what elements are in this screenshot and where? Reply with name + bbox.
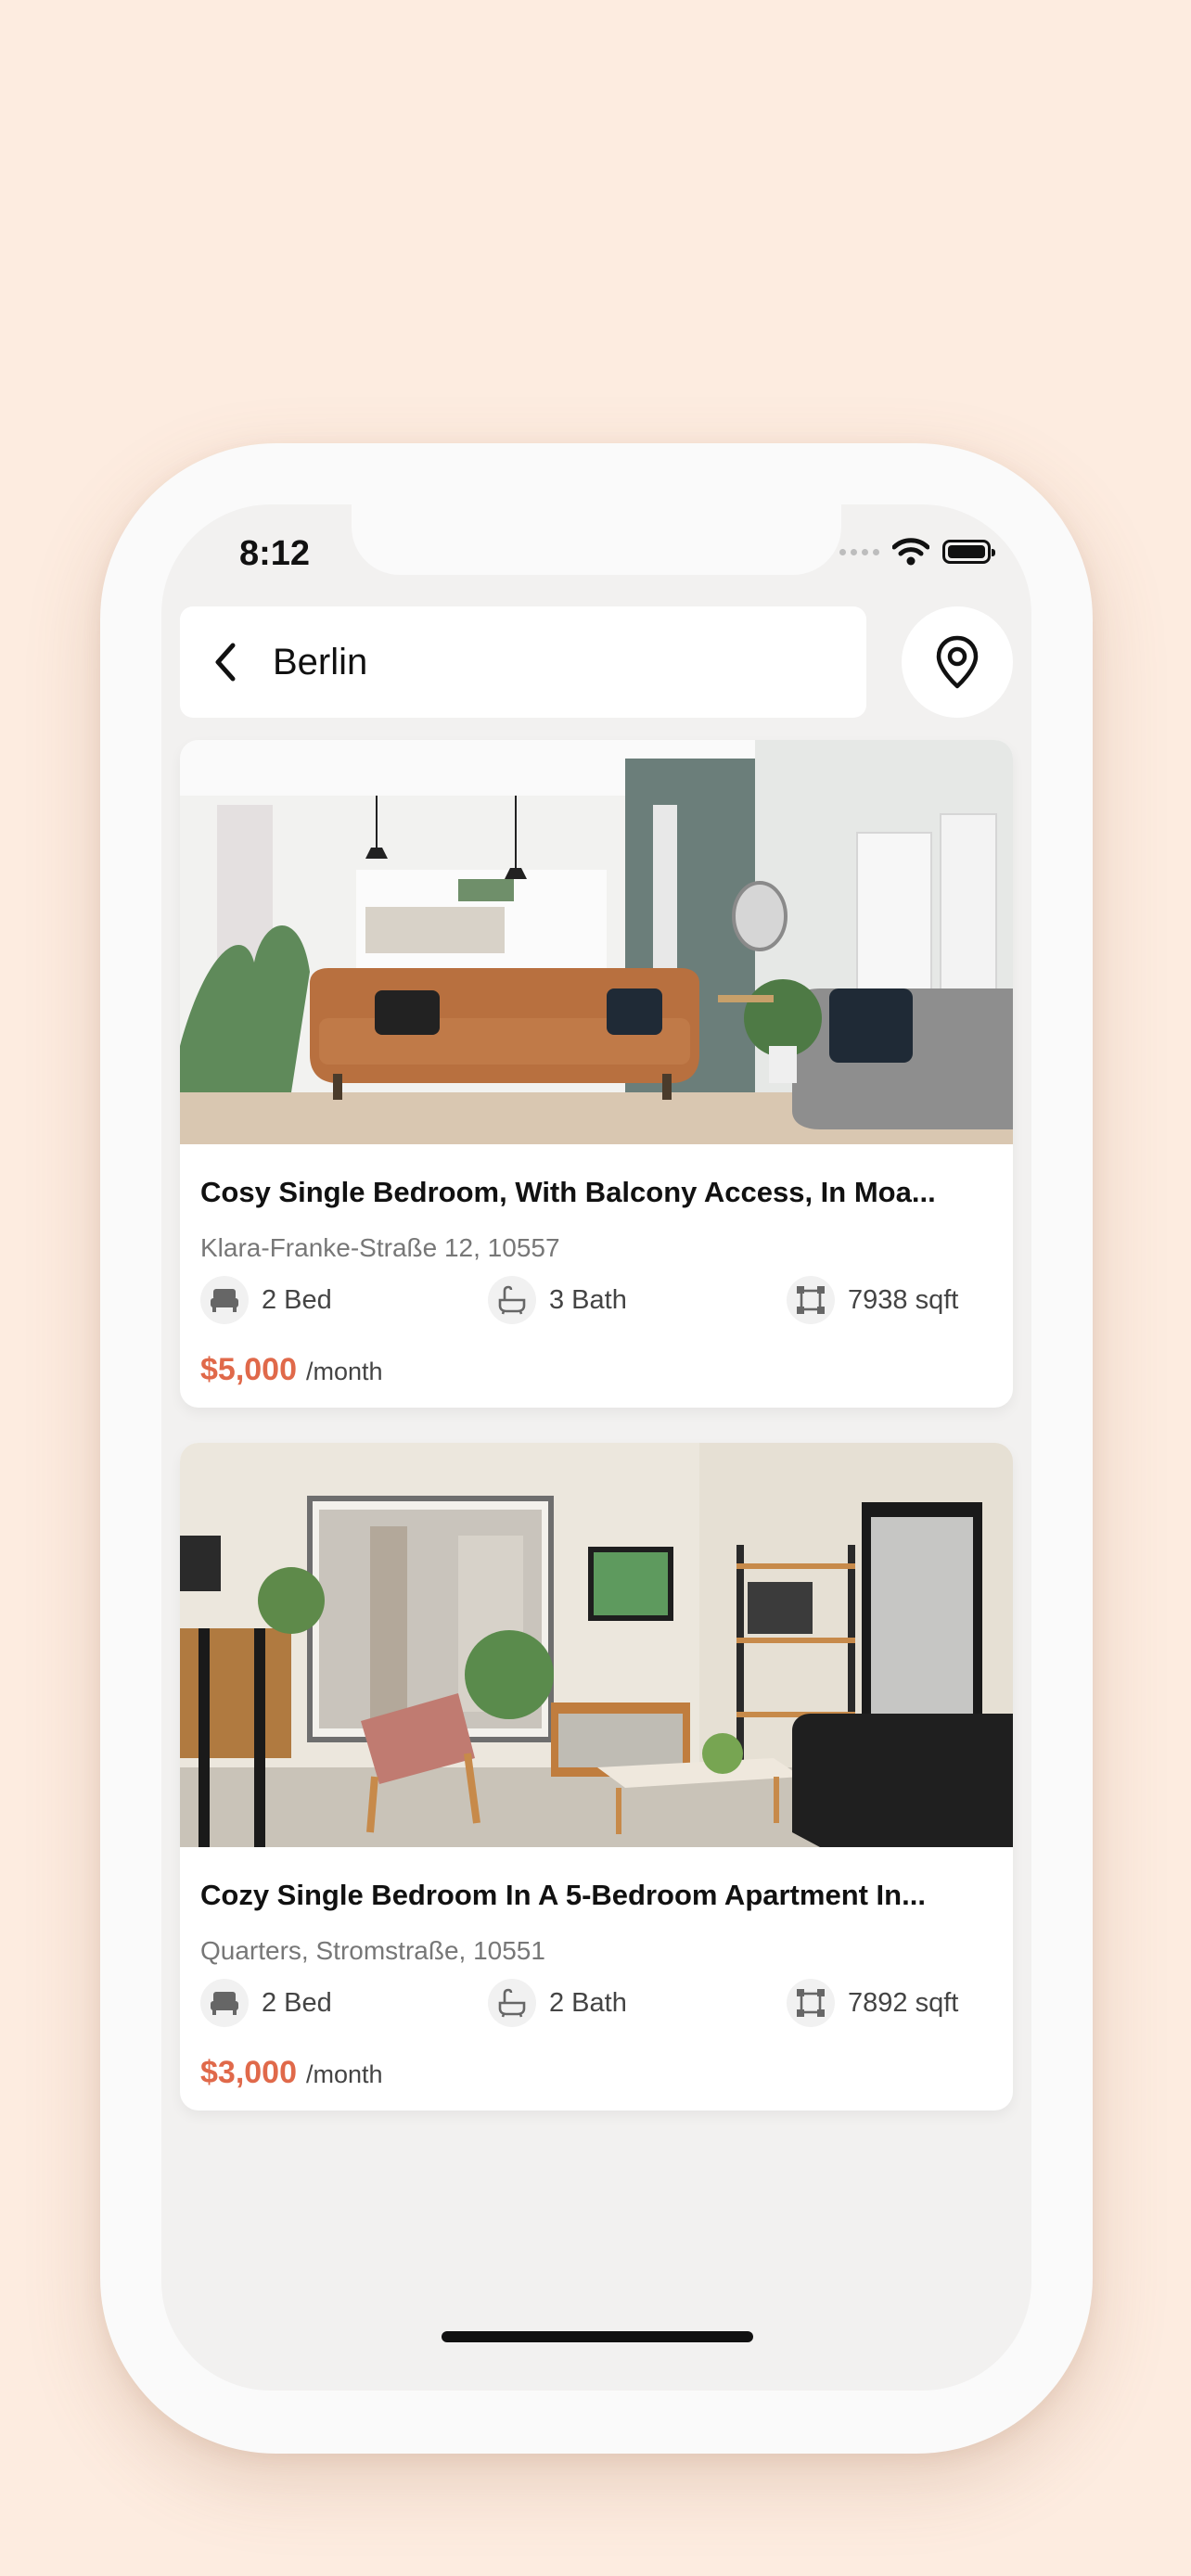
map-pin-icon bbox=[936, 635, 979, 689]
home-indicator[interactable] bbox=[442, 2331, 753, 2342]
beds-feature: 2 Bed bbox=[200, 1979, 332, 2027]
baths-feature: 3 Bath bbox=[488, 1276, 627, 1324]
listing-card[interactable]: Cosy Single Bedroom, With Balcony Access… bbox=[180, 740, 1013, 1408]
bed-icon bbox=[200, 1979, 249, 2027]
beds-feature: 2 Bed bbox=[200, 1276, 332, 1324]
baths-label: 3 Bath bbox=[549, 1284, 627, 1315]
status-time: 8:12 bbox=[239, 534, 311, 573]
listing-title[interactable]: Cosy Single Bedroom, With Balcony Access… bbox=[200, 1176, 992, 1209]
listing-address: Klara-Franke-Straße 12, 10557 bbox=[200, 1233, 560, 1262]
app-screen: 8:12 Berlin Cosy Single Bedroom, With Ba… bbox=[161, 504, 1031, 2391]
chevron-left-icon bbox=[215, 643, 236, 682]
location-button[interactable] bbox=[902, 606, 1013, 718]
battery-icon bbox=[942, 540, 995, 564]
baths-label: 2 Bath bbox=[549, 1987, 627, 2018]
price-row: $5,000 /month bbox=[200, 1352, 383, 1388]
area-frame-icon bbox=[787, 1276, 835, 1324]
price-row: $3,000 /month bbox=[200, 2055, 383, 2091]
listing-card[interactable]: Cozy Single Bedroom In A 5-Bedroom Apart… bbox=[180, 1443, 1013, 2111]
beds-label: 2 Bed bbox=[262, 1284, 332, 1315]
listing-photo[interactable] bbox=[180, 1443, 1013, 1847]
price-value: $3,000 bbox=[200, 2055, 297, 2090]
bed-icon bbox=[200, 1276, 249, 1324]
area-label: 7892 sqft bbox=[848, 1987, 959, 2018]
notch bbox=[352, 504, 841, 575]
beds-label: 2 Bed bbox=[262, 1987, 332, 2018]
area-frame-icon bbox=[787, 1979, 835, 2027]
wifi-icon bbox=[892, 538, 929, 566]
status-icons bbox=[839, 538, 995, 566]
area-feature: 7892 sqft bbox=[787, 1979, 958, 2027]
phone-frame: 8:12 Berlin Cosy Single Bedroom, With Ba… bbox=[100, 443, 1093, 2454]
bathtub-icon bbox=[488, 1276, 536, 1324]
back-button[interactable] bbox=[180, 606, 273, 718]
price-period: /month bbox=[306, 2060, 383, 2088]
price-period: /month bbox=[306, 1358, 383, 1385]
area-label: 7938 sqft bbox=[848, 1284, 959, 1315]
signal-dots-icon bbox=[839, 548, 879, 555]
bathtub-icon bbox=[488, 1979, 536, 2027]
price-value: $5,000 bbox=[200, 1352, 297, 1387]
listing-address: Quarters, Stromstraße, 10551 bbox=[200, 1936, 545, 1965]
search-input[interactable]: Berlin bbox=[273, 642, 367, 683]
search-bar[interactable]: Berlin bbox=[180, 606, 866, 718]
baths-feature: 2 Bath bbox=[488, 1979, 627, 2027]
listing-photo[interactable] bbox=[180, 740, 1013, 1144]
listing-title[interactable]: Cozy Single Bedroom In A 5-Bedroom Apart… bbox=[200, 1879, 992, 1912]
area-feature: 7938 sqft bbox=[787, 1276, 958, 1324]
